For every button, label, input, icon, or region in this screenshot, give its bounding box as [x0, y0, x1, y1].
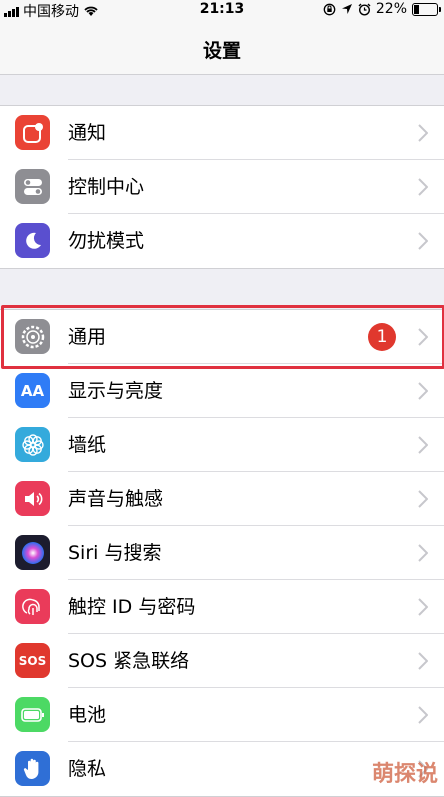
row-label: SOS 紧急联络 [68, 650, 190, 672]
watermark-text: 萌探说 [371, 762, 438, 787]
chevron-right-icon [418, 598, 428, 616]
status-right: 22% [323, 1, 441, 17]
settings-row-notifications[interactable]: 通知 [0, 106, 444, 160]
settings-row-display-brightness[interactable]: AA 显示与亮度 [0, 364, 444, 418]
row-label: 隐私 [68, 758, 107, 780]
settings-row-do-not-disturb[interactable]: 勿扰模式 [0, 214, 444, 268]
chevron-right-icon [418, 124, 428, 142]
row-label: 电池 [68, 704, 107, 726]
settings-row-battery[interactable]: 电池 [0, 688, 444, 742]
chevron-right-icon [418, 178, 428, 196]
display-brightness-icon: AA [15, 373, 50, 408]
battery-level [414, 4, 419, 14]
hand-icon [15, 751, 50, 786]
settings-row-siri-search[interactable]: Siri 与搜索 [0, 526, 444, 580]
navigation-bar: 设置 [0, 22, 444, 75]
row-label: Siri 与搜索 [68, 542, 162, 564]
moon-icon [15, 223, 50, 258]
sound-icon [15, 481, 50, 516]
location-icon [341, 4, 352, 14]
chevron-right-icon [418, 436, 428, 454]
settings-row-sounds[interactable]: 声音与触感 [0, 472, 444, 526]
settings-row-wallpaper[interactable]: 墙纸 [0, 418, 444, 472]
status-bar: 中国移动 21:13 22% [0, 0, 444, 22]
battery-icon [15, 697, 50, 732]
wallpaper-icon [15, 427, 50, 462]
chevron-right-icon [418, 652, 428, 670]
settings-row-control-center[interactable]: 控制中心 [0, 160, 444, 214]
row-label: 控制中心 [68, 176, 145, 198]
rotation-lock-icon [323, 3, 336, 15]
icon-text: SOS [18, 653, 47, 668]
chevron-right-icon [418, 490, 428, 508]
highlight-frame [1, 305, 444, 369]
row-label: 墙纸 [68, 434, 107, 456]
fingerprint-icon [15, 589, 50, 624]
chevron-right-icon [418, 706, 428, 724]
chevron-right-icon [418, 232, 428, 250]
sos-icon: SOS [15, 643, 50, 678]
settings-row-emergency-sos[interactable]: SOS SOS 紧急联络 [0, 634, 444, 688]
row-label: 声音与触感 [68, 488, 164, 510]
settings-group-2: 通用 1 AA 显示与亮度 墙纸 声音与触感 Siri 与搜索 触控 ID 与密… [0, 309, 444, 797]
settings-group-1: 通知 控制中心 勿扰模式 [0, 105, 444, 269]
chevron-right-icon [418, 544, 428, 562]
icon-text: AA [20, 381, 45, 400]
notifications-icon [15, 115, 50, 150]
chevron-right-icon [418, 382, 428, 400]
page-title: 设置 [202, 40, 241, 62]
battery-status-icon [412, 2, 441, 16]
row-label: 触控 ID 与密码 [68, 596, 196, 618]
alarm-icon [358, 3, 371, 16]
battery-percent: 22% [375, 1, 407, 17]
row-label: 勿扰模式 [68, 230, 145, 252]
row-label: 通知 [68, 122, 107, 144]
row-label: 显示与亮度 [68, 380, 164, 402]
settings-row-touch-id[interactable]: 触控 ID 与密码 [0, 580, 444, 634]
siri-icon [15, 535, 50, 570]
control-center-icon [15, 169, 50, 204]
